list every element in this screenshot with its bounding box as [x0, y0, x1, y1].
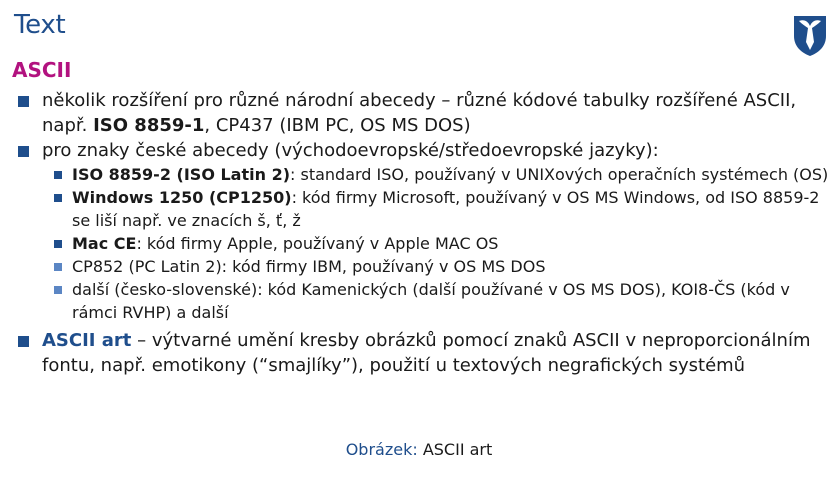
- figure-caption: Obrázek: ASCII art: [0, 440, 838, 459]
- bullet-square-icon: [18, 96, 29, 107]
- item-bold: ISO 8859-2 (ISO Latin 2): [72, 165, 291, 184]
- sub-list-item: CP852 (PC Latin 2): kód firmy IBM, použí…: [14, 255, 830, 278]
- item-text: další (česko-slovenské): kód Kamenických…: [72, 280, 790, 322]
- bullet-square-icon: [18, 336, 29, 347]
- bullet-square-icon: [54, 240, 62, 248]
- item-highlight: ASCII art: [42, 330, 132, 351]
- block-title: ASCII: [12, 58, 72, 82]
- item-text: , CP437 (IBM PC, OS MS DOS): [204, 115, 471, 136]
- list-item: pro znaky české abecedy (východoevropské…: [14, 138, 830, 163]
- bullet-square-icon: [54, 263, 62, 271]
- bullet-square-icon: [54, 194, 62, 202]
- item-text: CP852 (PC Latin 2): kód firmy IBM, použí…: [72, 257, 546, 276]
- caption-label: Obrázek:: [345, 440, 418, 459]
- item-bold: Mac CE: [72, 234, 137, 253]
- bullet-square-icon: [18, 146, 29, 157]
- bullet-square-icon: [54, 171, 62, 179]
- caption-text: ASCII art: [417, 440, 493, 459]
- content: několik rozšíření pro různé národní abec…: [14, 88, 830, 378]
- item-bold: Windows 1250 (CP1250): [72, 188, 292, 207]
- item-bold: ISO 8859-1: [93, 115, 205, 136]
- sub-list-item: další (česko-slovenské): kód Kamenických…: [14, 278, 830, 324]
- sub-list-item: Windows 1250 (CP1250): kód firmy Microso…: [14, 186, 830, 232]
- sub-list-item: Mac CE: kód firmy Apple, používaný v App…: [14, 232, 830, 255]
- bullet-square-icon: [54, 286, 62, 294]
- item-text: : kód firmy Apple, používaný v Apple MAC…: [136, 234, 499, 253]
- item-text: – výtvarné umění kresby obrázků pomocí z…: [42, 330, 811, 376]
- sub-list-item: ISO 8859-2 (ISO Latin 2): standard ISO, …: [14, 163, 830, 186]
- list-item: několik rozšíření pro různé národní abec…: [14, 88, 830, 138]
- slide: Text ASCII několik rozšíření pro různé n…: [0, 0, 838, 478]
- list-item: ASCII art – výtvarné umění kresby obrázk…: [14, 328, 830, 378]
- university-shield-logo-icon: [794, 16, 826, 56]
- item-text: pro znaky české abecedy (východoevropské…: [42, 140, 659, 161]
- frame-title: Text: [14, 10, 66, 40]
- item-text: : standard ISO, používaný v UNIXových op…: [290, 165, 829, 184]
